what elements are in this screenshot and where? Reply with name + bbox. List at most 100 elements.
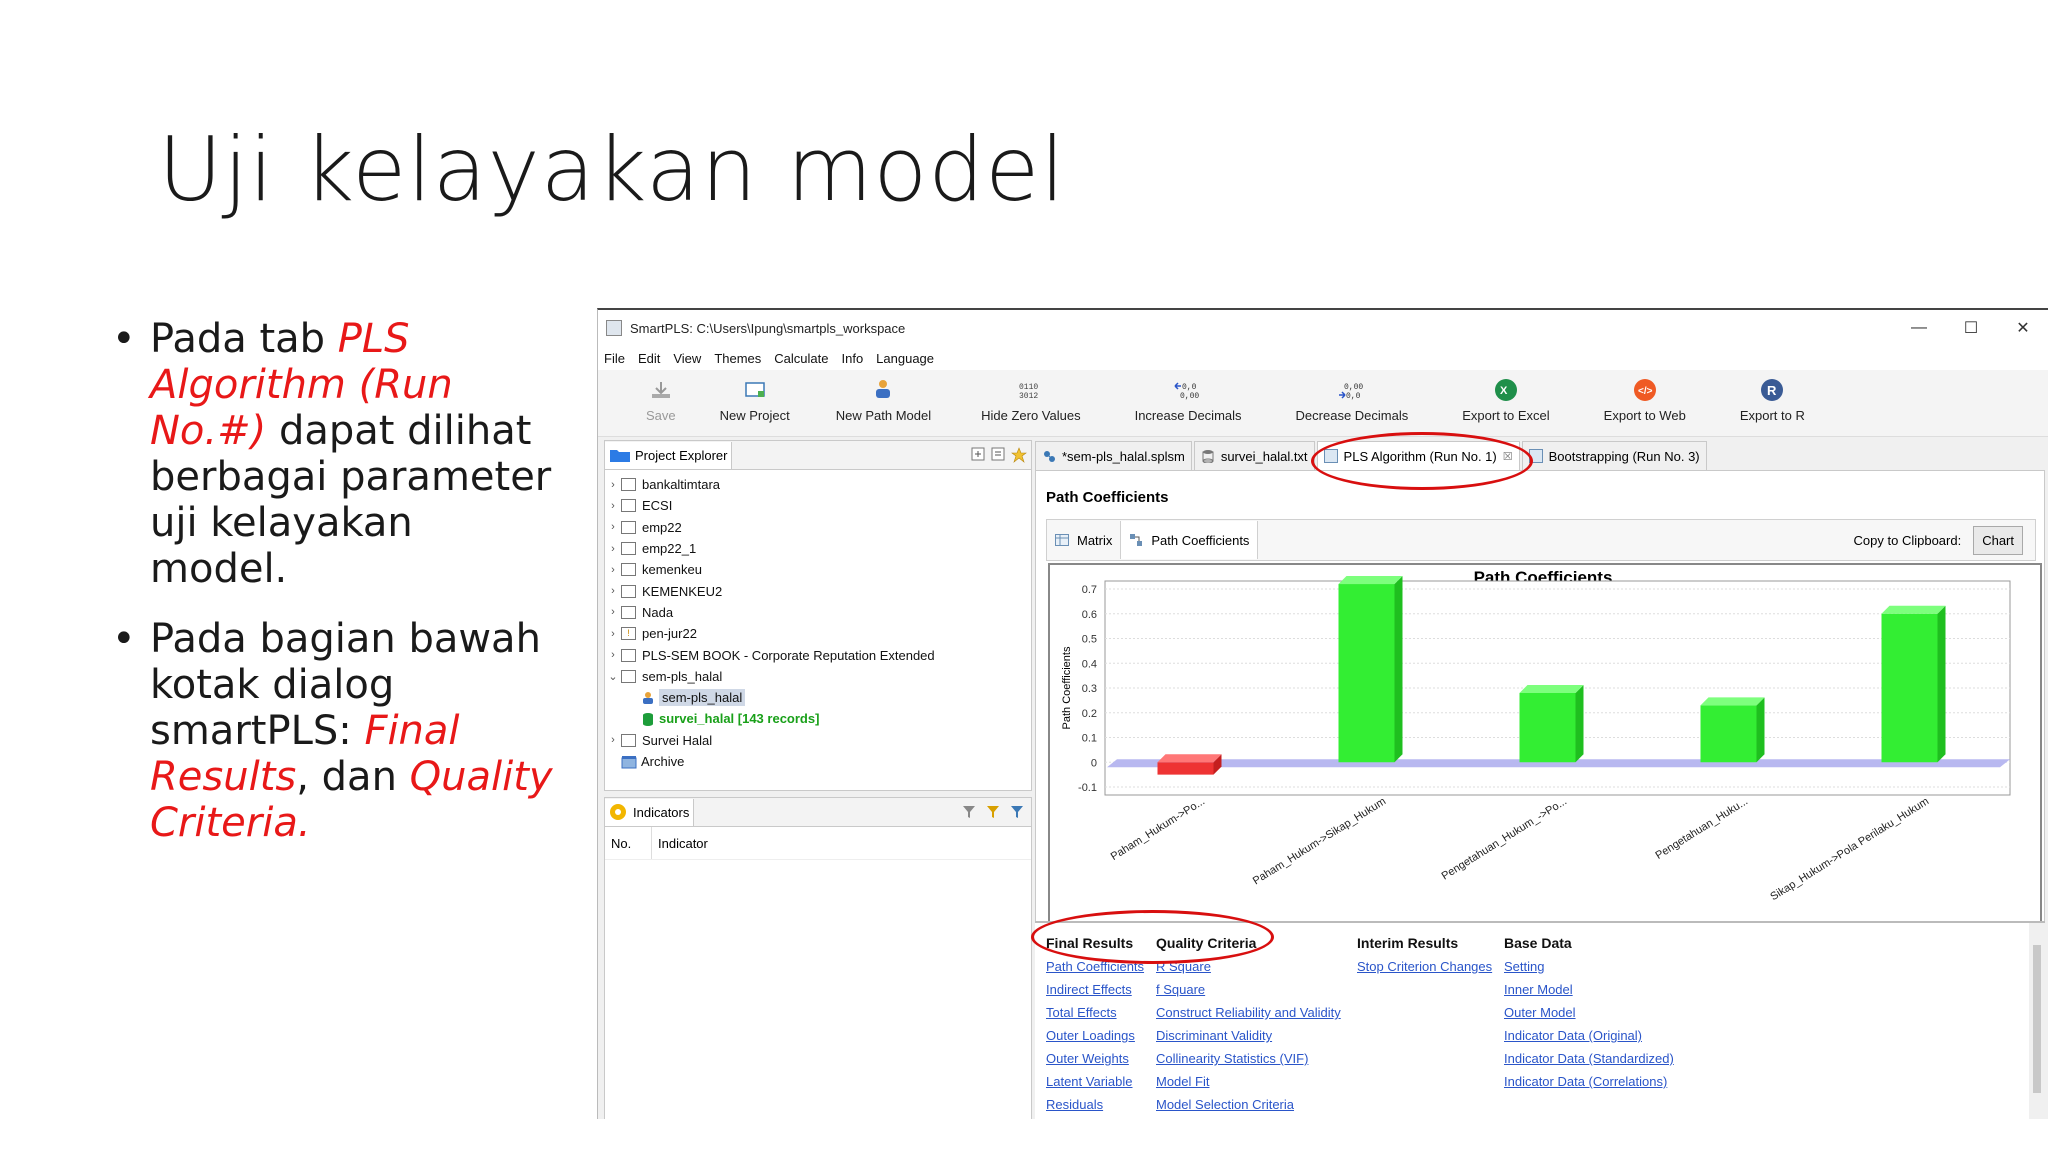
report-editor: Path Coefficients Matrix Path Coefficien… (1035, 471, 2045, 942)
copy-to-clipboard-label: Copy to Clipboard: (1853, 532, 1962, 548)
link-residuals[interactable]: Residuals (1046, 1093, 1144, 1116)
expand-arrow-icon[interactable]: › (605, 606, 621, 618)
save-button[interactable]: Save (646, 370, 676, 423)
subtab-matrix[interactable]: Matrix (1047, 521, 1122, 559)
tab-bootstrapping[interactable]: Bootstrapping (Run No. 3) (1521, 441, 1707, 470)
link-indicator-original[interactable]: Indicator Data (Original) (1504, 1024, 1674, 1047)
link-stop-criterion[interactable]: Stop Criterion Changes (1357, 955, 1492, 978)
increase-decimals-button[interactable]: 0,0 0,00 Increase Decimals (1135, 370, 1242, 423)
interim-results-column: Interim Results Stop Criterion Changes (1357, 935, 1492, 978)
link-model-selection[interactable]: Model Selection Criteria (1156, 1093, 1341, 1116)
decrease-decimals-icon: 0,00 0,0 (1338, 378, 1366, 402)
expand-arrow-icon[interactable]: › (605, 543, 621, 555)
indicators-header: Indicators (604, 797, 1032, 827)
export-r-button[interactable]: R Export to R (1740, 370, 1805, 423)
subtab-path-coefficients[interactable]: Path Coefficients (1121, 521, 1259, 559)
menu-info[interactable]: Info (841, 351, 863, 366)
tree-item-expanded[interactable]: ⌄ sem-pls_halal (605, 666, 1031, 687)
bullet-2-text-e: . (297, 800, 311, 846)
link-indirect-effects[interactable]: Indirect Effects (1046, 978, 1144, 1001)
indicators-icon (610, 804, 626, 820)
tree-item-dataset[interactable]: survei_halal [143 records] (605, 708, 1031, 729)
tree-item-archive[interactable]: Archive (605, 751, 1031, 772)
expand-arrow-icon[interactable]: › (605, 521, 621, 533)
tree-item[interactable]: › KEMENKEU2 (605, 580, 1031, 601)
tree-item[interactable]: › emp22_1 (605, 538, 1031, 559)
tree-item[interactable]: › emp22 (605, 517, 1031, 538)
tree-item[interactable]: ›! pen-jur22 (605, 623, 1031, 644)
export-excel-button[interactable]: X Export to Excel (1462, 370, 1550, 423)
y-tick-label: 0.2 (1082, 708, 1097, 720)
highlight-oval-results (1031, 910, 1274, 964)
svg-text:X: X (1500, 385, 1508, 397)
link-discriminant-validity[interactable]: Discriminant Validity (1156, 1024, 1341, 1047)
expand-arrow-icon[interactable]: › (605, 564, 621, 576)
link-indicator-correlations[interactable]: Indicator Data (Correlations) (1504, 1070, 1674, 1093)
bullet-2-text-c: , dan (296, 754, 410, 800)
base-data-heading: Base Data (1504, 935, 1572, 951)
scrollbar-thumb[interactable] (2033, 945, 2041, 1093)
x-tick-label: Paham_Hukum->Sikap_Hukum (1251, 795, 1388, 887)
new-path-model-button[interactable]: New Path Model (836, 370, 931, 423)
link-outer-weights[interactable]: Outer Weights (1046, 1047, 1144, 1070)
tree-item[interactable]: › kemenkeu (605, 559, 1031, 580)
x-tick-label: Pengetahuan_Huku... (1653, 795, 1750, 862)
menu-view[interactable]: View (673, 351, 701, 366)
svg-text:0,0: 0,0 (1182, 383, 1197, 392)
link-collinearity[interactable]: Collinearity Statistics (VIF) (1156, 1047, 1341, 1070)
tree-item-model[interactable]: sem-pls_halal (605, 687, 1031, 708)
base-data-column: Base Data Setting Inner Model Outer Mode… (1504, 935, 1674, 1093)
y-tick-label: 0.5 (1082, 634, 1097, 646)
export-web-button[interactable]: </> Export to Web (1604, 370, 1686, 423)
menu-edit[interactable]: Edit (638, 351, 660, 366)
link-model-fit[interactable]: Model Fit (1156, 1070, 1341, 1093)
link-construct-reliability[interactable]: Construct Reliability and Validity (1156, 1001, 1341, 1024)
project-explorer-tab[interactable]: Project Explorer (605, 441, 733, 469)
menu-file[interactable]: File (604, 351, 625, 366)
chart-button[interactable]: Chart (1973, 525, 2023, 555)
expand-arrow-icon[interactable]: › (605, 734, 621, 746)
bar-top (1881, 605, 1946, 614)
bar (1338, 584, 1395, 763)
expand-arrow-icon[interactable]: › (605, 500, 621, 512)
link-f-square[interactable]: f Square (1156, 978, 1341, 1001)
link-setting[interactable]: Setting (1504, 955, 1674, 978)
tab-model[interactable]: *sem-pls_halal.splsm (1035, 441, 1192, 470)
expand-arrow-icon[interactable]: › (605, 649, 621, 661)
star-icon[interactable] (1011, 447, 1027, 463)
link-total-effects[interactable]: Total Effects (1046, 1001, 1144, 1024)
tree-item[interactable]: › Survei Halal (605, 730, 1031, 751)
link-indicator-standardized[interactable]: Indicator Data (Standardized) (1504, 1047, 1674, 1070)
expand-all-icon[interactable] (971, 447, 985, 461)
tree-item[interactable]: › Nada (605, 602, 1031, 623)
expand-arrow-icon[interactable]: › (605, 628, 621, 640)
link-outer-model[interactable]: Outer Model (1504, 1001, 1674, 1024)
tree-item[interactable]: › ECSI (605, 495, 1031, 516)
menu-language[interactable]: Language (876, 351, 934, 366)
filter-yellow-icon[interactable] (985, 804, 1001, 820)
tree-item[interactable]: › PLS-SEM BOOK - Corporate Reputation Ext… (605, 644, 1031, 665)
maximize-button[interactable]: ☐ (1945, 318, 1997, 338)
minimize-button[interactable]: — (1893, 319, 1945, 337)
new-project-button[interactable]: New Project (720, 370, 790, 423)
collapse-all-icon[interactable] (991, 447, 1005, 461)
indicators-table-header: No. Indicator (605, 827, 1031, 860)
link-latent-variable[interactable]: Latent Variable (1046, 1070, 1144, 1093)
collapse-arrow-icon[interactable]: ⌄ (605, 670, 621, 683)
expand-arrow-icon[interactable]: › (605, 479, 621, 491)
decrease-decimals-button[interactable]: 0,00 0,0 Decrease Decimals (1296, 370, 1409, 423)
filter-icon[interactable] (961, 804, 977, 820)
indicators-tab[interactable]: Indicators (605, 798, 695, 826)
tab-dataset[interactable]: survei_halal.txt (1193, 441, 1315, 470)
menu-themes[interactable]: Themes (714, 351, 761, 366)
hide-zero-values-button[interactable]: 0110 3012 Hide Zero Values (981, 370, 1080, 423)
menu-calculate[interactable]: Calculate (774, 351, 828, 366)
filter-blue-icon[interactable] (1009, 804, 1025, 820)
results-scrollbar[interactable] (2029, 923, 2045, 1119)
tree-item[interactable]: › bankaltimtara (605, 474, 1031, 495)
link-inner-model[interactable]: Inner Model (1504, 978, 1674, 1001)
close-button[interactable]: ✕ (1997, 318, 2048, 338)
x-tick-label: Pengetahuan_Hukum_->Po... (1440, 795, 1570, 882)
link-outer-loadings[interactable]: Outer Loadings (1046, 1024, 1144, 1047)
expand-arrow-icon[interactable]: › (605, 585, 621, 597)
